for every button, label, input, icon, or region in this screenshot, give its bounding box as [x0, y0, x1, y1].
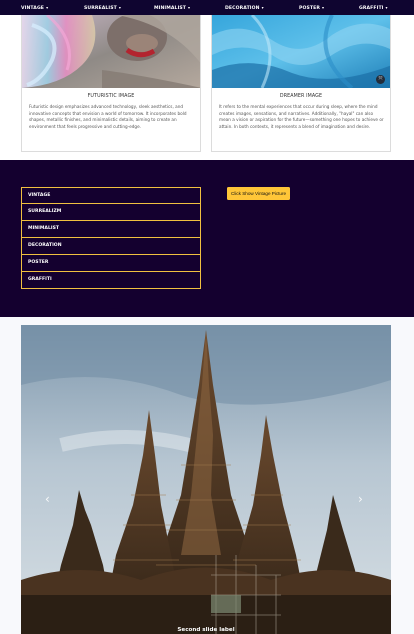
card-text: Futuristic design emphasizes advanced te… [29, 104, 187, 130]
image-carousel: ‹ › Second slide label [21, 325, 391, 634]
chevron-down-icon: ▾ [118, 5, 121, 10]
nav-item-label: SURREALIST [84, 6, 117, 11]
nav-item-label: MINIMALIST [154, 6, 187, 11]
nav-item-poster[interactable]: POSTER ▾ [299, 0, 324, 15]
nav-item-label: VINTAGE [21, 6, 45, 11]
dreamer-image [212, 15, 390, 88]
nav-item-decoration[interactable]: DECORATION ▾ [225, 0, 264, 15]
chevron-down-icon: ▾ [46, 5, 49, 10]
chevron-down-icon: ▾ [385, 5, 388, 10]
category-item-graffiti[interactable]: GRAFFITI [21, 272, 201, 289]
card-title: DREAMER IMAGE [279, 94, 323, 99]
category-item-poster[interactable]: POSTER [21, 255, 201, 272]
category-item-vintage[interactable]: VINTAGE [21, 187, 201, 204]
dreamer-card: ⤧ DREAMER IMAGE It refers to the mental … [211, 15, 391, 152]
category-list: VINTAGE SURREALIZM MINIMALIST DECORATION… [21, 187, 201, 289]
chevron-down-icon: ▾ [322, 5, 325, 10]
nav-item-graffiti[interactable]: GRAFFITI ▾ [359, 0, 388, 15]
nav-item-surrealist[interactable]: SURREALIST ▾ [84, 0, 121, 15]
card-text: It refers to the mental experiences that… [219, 104, 384, 130]
category-item-surrealizm[interactable]: SURREALIZM [21, 204, 201, 221]
category-item-minimalist[interactable]: MINIMALIST [21, 221, 201, 238]
nav-item-vintage[interactable]: VINTAGE ▾ [21, 0, 48, 15]
temple-slide-image [21, 325, 391, 634]
chevron-down-icon: ▾ [261, 5, 264, 10]
category-item-decoration[interactable]: DECORATION [21, 238, 201, 255]
card-title: FUTURISTIC IMAGE [87, 94, 135, 99]
nav-item-label: GRAFFITI [359, 6, 384, 11]
carousel-section: ‹ › Second slide label [0, 317, 414, 634]
carousel-caption: Second slide label [177, 627, 235, 633]
expand-icon[interactable]: ⤧ [376, 75, 385, 84]
chevron-down-icon: ▾ [188, 5, 191, 10]
nav-item-minimalist[interactable]: MINIMALIST ▾ [154, 0, 190, 15]
image-cards-section: FUTURISTIC IMAGE Futuristic design empha… [0, 15, 414, 160]
show-vintage-picture-button[interactable]: Click Show Vintage Picture [227, 187, 291, 200]
carousel-prev-icon[interactable]: ‹ [45, 493, 50, 505]
nav-item-label: POSTER [299, 6, 320, 11]
futuristic-card: FUTURISTIC IMAGE Futuristic design empha… [21, 15, 201, 152]
top-navbar: VINTAGE ▾ SURREALIST ▾ MINIMALIST ▾ DECORAT… [0, 0, 414, 15]
carousel-next-icon[interactable]: › [358, 493, 363, 505]
futuristic-image [22, 15, 200, 88]
category-section: VINTAGE SURREALIZM MINIMALIST DECORATION… [0, 160, 414, 317]
nav-item-label: DECORATION [225, 6, 260, 11]
